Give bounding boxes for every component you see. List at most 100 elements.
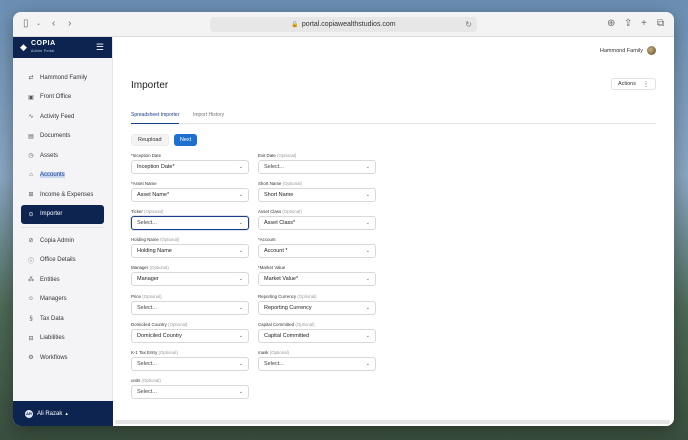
new-tab-icon[interactable]: + (641, 18, 647, 30)
field-label: Short Name (Optional) (258, 181, 376, 187)
field-units: units (Optional) Select... ⌄ (131, 378, 249, 399)
column-select[interactable]: Inception Date* ⌄ (131, 160, 249, 174)
page-title: Importer (131, 80, 169, 91)
column-select[interactable]: Select... ⌄ (131, 300, 249, 315)
tab-spreadsheet-importer[interactable]: Spreadsheet Importer (131, 112, 180, 124)
field-label: K-1 Tax Entry (Optional) (131, 350, 249, 356)
chevron-down-icon: ⌄ (238, 388, 243, 395)
select-value: Select... (137, 388, 157, 395)
sidebar-item-managers[interactable]: ☺ Managers (13, 290, 104, 310)
sidebar-item-assets[interactable]: ◷ Assets (13, 146, 104, 166)
column-select[interactable]: Select... ⌄ (131, 356, 249, 371)
download-icon[interactable]: ⊕ (607, 18, 615, 30)
optional-tag: (Optional) (295, 321, 315, 327)
family-avatar (647, 46, 656, 55)
brand-subtitle: Admin Portal (31, 49, 55, 53)
clock-icon: ◷ (28, 153, 34, 160)
sidebar-item-accounts[interactable]: ⌂ Accounts (13, 166, 104, 186)
family-switcher[interactable]: Hammond Family (600, 46, 656, 55)
field-label: *Account (258, 237, 376, 243)
column-select[interactable]: Manager ⌄ (131, 272, 249, 287)
forward-icon[interactable]: › (68, 18, 71, 30)
column-select[interactable]: Account * ⌄ (258, 244, 376, 259)
sidebar-item-liabilities[interactable]: ⊟ Liabilities (13, 329, 104, 349)
field-label: *Market Value (258, 265, 376, 271)
field-label: Holding Name (Optional) (131, 237, 249, 243)
column-select[interactable]: Select... ⌄ (131, 216, 249, 231)
more-vertical-icon: ⋮ (643, 81, 649, 88)
optional-tag: (Optional) (149, 265, 169, 271)
chevron-down-icon: ⌄ (365, 220, 370, 227)
url-text: portal.copiawealthstudios.com (301, 21, 396, 28)
sidebar-item-copia-admin[interactable]: ⊘ Copia Admin (13, 231, 104, 251)
column-select[interactable]: Domiciled Country ⌄ (131, 328, 249, 343)
next-button[interactable]: Next (174, 134, 197, 146)
select-value: Select... (137, 220, 157, 227)
chevron-down-icon: ⌄ (238, 220, 243, 227)
sidebar-item-entities[interactable]: ⁂ Entities (13, 270, 104, 290)
field-label-text: *Asset Name (131, 181, 157, 187)
chevron-down-icon: ⌄ (238, 192, 243, 199)
column-select[interactable]: Capital Committed ⌄ (258, 328, 376, 343)
field-label-text: mask (258, 349, 269, 355)
field-asset-class: Asset Class (Optional) Asset Class* ⌄ (258, 209, 376, 231)
actions-label: Actions (617, 81, 636, 87)
users-icon: ☺ (27, 296, 35, 303)
column-select[interactable]: Asset Class* ⌄ (258, 216, 376, 231)
chevron-down-icon: ⌄ (365, 248, 370, 255)
briefcase-icon: ▣ (28, 94, 34, 101)
select-value: Capital Committed (264, 332, 310, 339)
chevron-down-icon: ⌄ (238, 276, 243, 283)
user-menu[interactable]: AR Ali Razak ▴ (13, 401, 113, 426)
field-label: Manager (Optional) (131, 265, 249, 271)
column-select[interactable]: Asset Name* ⌄ (131, 188, 249, 203)
select-value: Manager (137, 276, 159, 283)
field-label-text: Ticker (131, 209, 143, 215)
sidebar-item-activity-feed[interactable]: ∿ Activity Feed (13, 107, 104, 127)
field-label: Reporting Currency (Optional) (258, 294, 376, 300)
sidebar: ◆ COPIA Admin Portal ☰ ⇄ Hammond Family ▣… (13, 37, 113, 426)
tab-import-history[interactable]: Import History (193, 112, 224, 124)
share-icon[interactable]: ⇪ (624, 18, 632, 30)
field-ticker: Ticker (Optional) Select... ⌄ (131, 209, 249, 231)
sidebar-item-office-details[interactable]: ⓘ Office Details (13, 251, 104, 271)
document-icon: ▤ (28, 133, 34, 140)
field-label: mask (Optional) (258, 350, 376, 356)
sidebar-item-income-expenses[interactable]: ⊞ Income & Expenses (13, 185, 104, 205)
sidebar-item-workflows[interactable]: ⚙ Workflows (13, 348, 104, 368)
column-select[interactable]: Select... ⌄ (258, 160, 376, 174)
horizontal-scrollbar[interactable] (115, 420, 670, 424)
column-select[interactable]: Short Name ⌄ (258, 188, 376, 203)
field-label-text: Asset Class (258, 209, 282, 215)
field-holding-name: Holding Name (Optional) Holding Name ⌄ (131, 237, 249, 259)
menu-collapse-icon[interactable]: ☰ (96, 42, 104, 53)
chevron-down-icon[interactable]: ⌄ (36, 18, 41, 30)
sidebar-toggle-icon[interactable]: ▯ (23, 18, 29, 30)
column-select[interactable]: Select... ⌄ (258, 356, 376, 371)
chevron-down-icon: ⌄ (238, 248, 243, 255)
chevron-down-icon: ⌄ (238, 164, 243, 170)
sidebar-item-hammond-family[interactable]: ⇄ Hammond Family (13, 68, 104, 88)
column-select[interactable]: Market Value* ⌄ (258, 272, 376, 287)
sidebar-item-tax-data[interactable]: § Tax Data (13, 309, 104, 329)
importer-tabs: Spreadsheet Importer Import History (131, 112, 656, 124)
field-label-text: *Inception Date (131, 153, 162, 158)
column-select[interactable]: Reporting Currency ⌄ (258, 300, 376, 315)
select-value: Select... (137, 360, 157, 367)
tabs-overview-icon[interactable]: ⧉ (657, 18, 664, 30)
reload-icon[interactable]: ↻ (465, 17, 472, 32)
back-icon[interactable]: ‹ (52, 18, 55, 30)
lock-icon: 🔒 (291, 22, 299, 28)
field-label-text: K-1 Tax Entry (131, 349, 158, 355)
sidebar-item-importer[interactable]: ⊙ Importer (21, 204, 104, 224)
address-bar[interactable]: 🔒 portal.copiawealthstudios.com ↻ (210, 17, 477, 32)
field-asset-name: *Asset Name Asset Name* ⌄ (131, 181, 249, 203)
select-value: Inception Date* (137, 164, 175, 170)
actions-button[interactable]: Actions ⋮ (610, 78, 656, 90)
sidebar-item-documents[interactable]: ▤ Documents (13, 127, 104, 147)
chevron-down-icon: ⌄ (238, 304, 243, 311)
column-select[interactable]: Holding Name ⌄ (131, 244, 249, 259)
reupload-button[interactable]: Reupload (131, 134, 169, 146)
sidebar-item-front-office[interactable]: ▣ Front Office (13, 88, 104, 108)
column-select[interactable]: Select... ⌄ (131, 384, 249, 399)
